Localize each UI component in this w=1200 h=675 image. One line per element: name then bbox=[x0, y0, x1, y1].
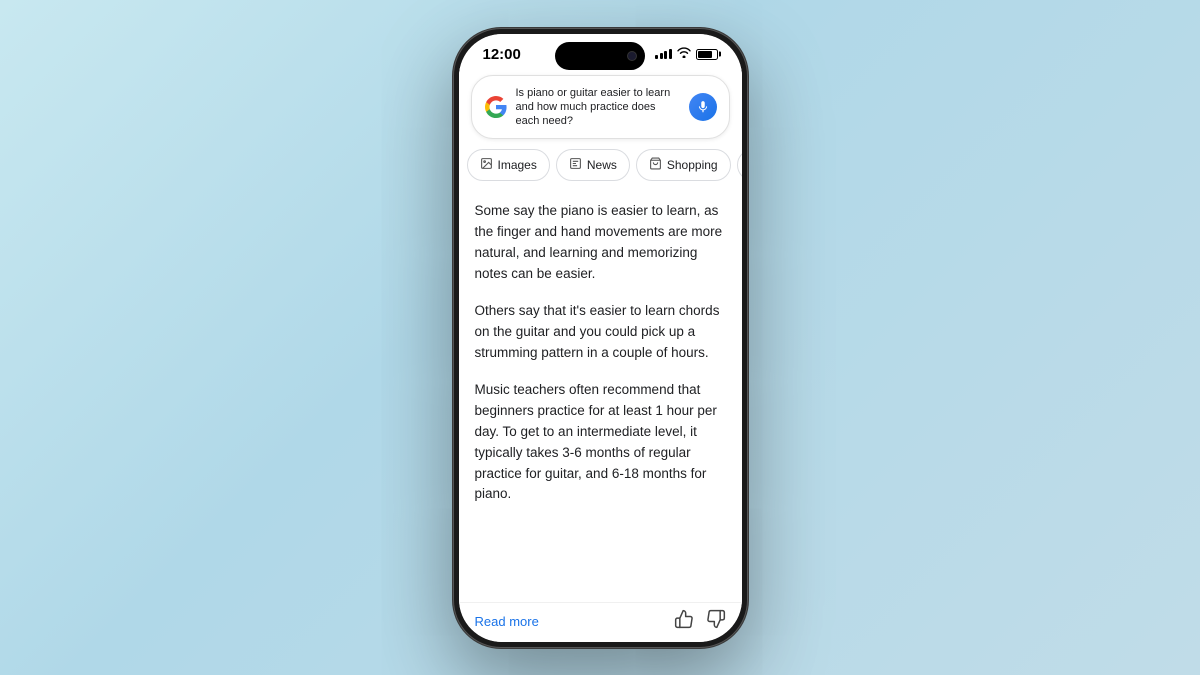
tab-news-label: News bbox=[587, 158, 617, 172]
paragraph-3: Music teachers often recommend that begi… bbox=[475, 380, 726, 506]
search-query-text: Is piano or guitar easier to learn and h… bbox=[516, 86, 681, 129]
front-camera bbox=[627, 51, 637, 61]
status-bar: 12:00 bbox=[459, 34, 742, 67]
tab-shopping-label: Shopping bbox=[667, 158, 718, 172]
images-icon bbox=[480, 157, 493, 173]
tab-images[interactable]: Images bbox=[467, 149, 550, 181]
search-bar-container: Is piano or guitar easier to learn and h… bbox=[459, 67, 742, 150]
tab-videos[interactable]: Vid... bbox=[737, 149, 742, 181]
phone-frame: 12:00 bbox=[453, 28, 748, 648]
paragraph-2: Others say that it's easier to learn cho… bbox=[475, 301, 726, 364]
tab-images-label: Images bbox=[498, 158, 537, 172]
main-content: Some say the piano is easier to learn, a… bbox=[459, 189, 742, 601]
tab-shopping[interactable]: Shopping bbox=[636, 149, 731, 181]
signal-icon bbox=[655, 49, 672, 59]
news-icon bbox=[569, 157, 582, 173]
vote-buttons bbox=[674, 609, 726, 634]
thumbs-up-button[interactable] bbox=[674, 609, 694, 634]
shopping-icon bbox=[649, 157, 662, 173]
battery-icon bbox=[696, 49, 718, 60]
phone-screen: 12:00 bbox=[459, 34, 742, 642]
status-icons bbox=[655, 47, 718, 61]
status-time: 12:00 bbox=[483, 46, 521, 63]
paragraph-1: Some say the piano is easier to learn, a… bbox=[475, 201, 726, 285]
search-bar[interactable]: Is piano or guitar easier to learn and h… bbox=[471, 75, 730, 140]
tab-news[interactable]: News bbox=[556, 149, 630, 181]
bottom-actions: Read more bbox=[459, 602, 742, 642]
dynamic-island bbox=[555, 42, 645, 70]
wifi-icon bbox=[677, 47, 691, 61]
read-more-link[interactable]: Read more bbox=[475, 614, 539, 629]
google-logo bbox=[484, 95, 508, 119]
content-area: Is piano or guitar easier to learn and h… bbox=[459, 67, 742, 642]
thumbs-down-button[interactable] bbox=[706, 609, 726, 634]
mic-button[interactable] bbox=[689, 93, 717, 121]
tab-bar: Images News bbox=[459, 149, 742, 189]
